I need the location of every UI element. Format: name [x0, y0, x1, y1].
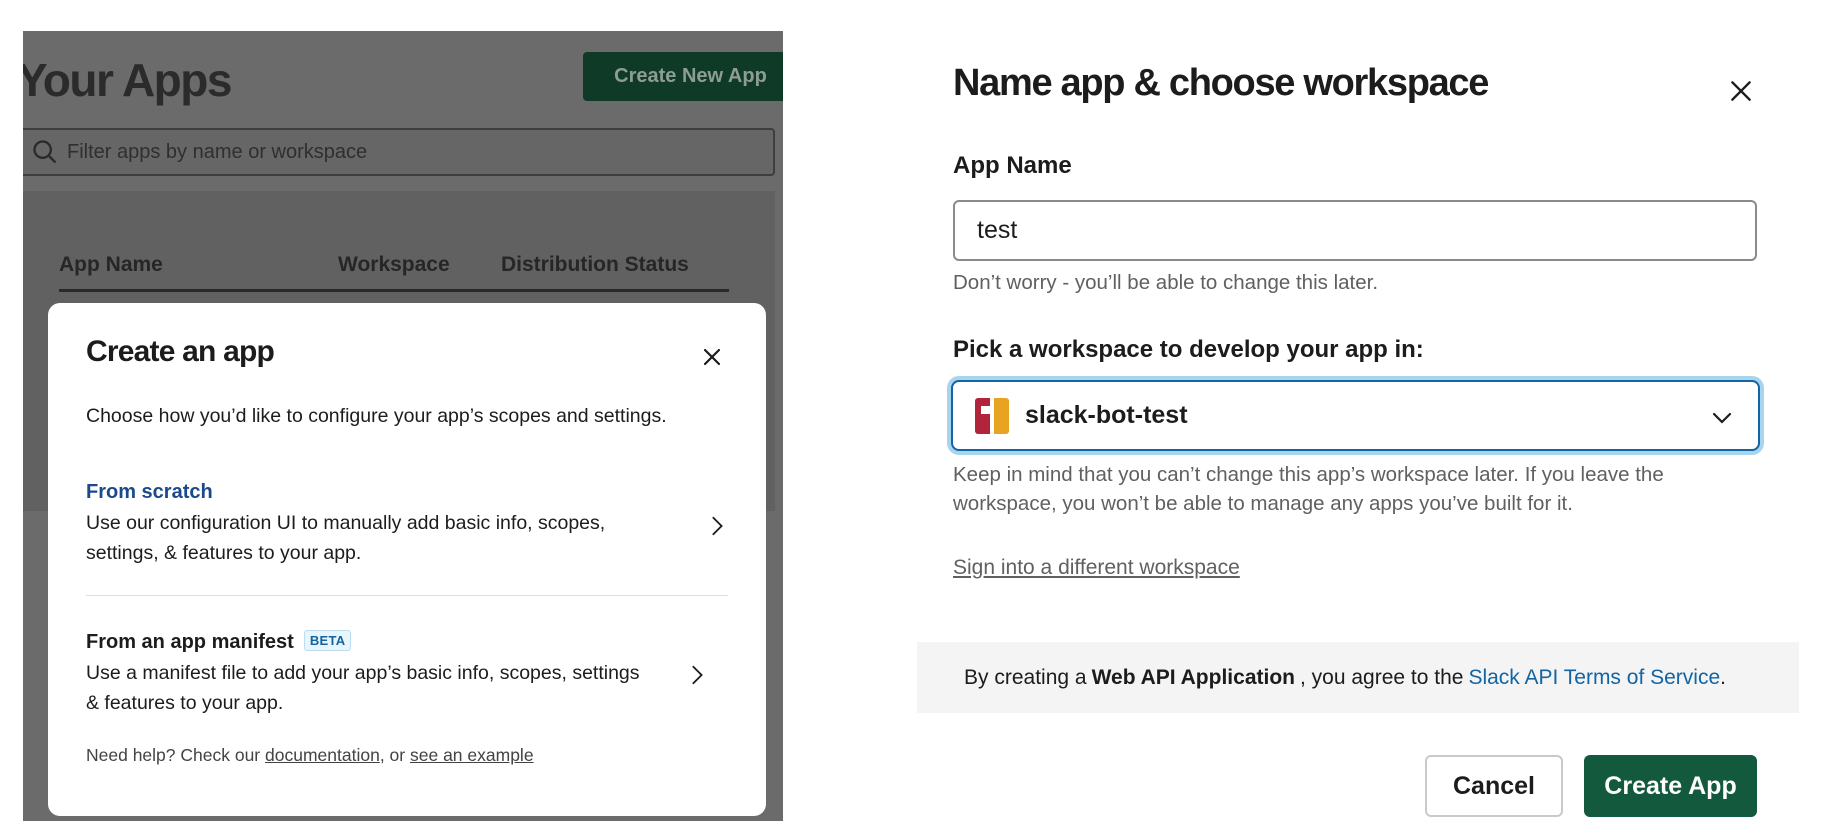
chevron-right-icon	[692, 665, 703, 685]
table-header-divider	[59, 289, 729, 292]
cancel-button[interactable]: Cancel	[1425, 755, 1563, 817]
workspace-select[interactable]: slack-bot-test	[951, 380, 1760, 451]
modal-subtitle: Choose how you’d like to configure your …	[86, 405, 667, 427]
column-header-app-name: App Name	[59, 253, 163, 276]
column-header-workspace: Workspace	[338, 253, 450, 276]
see-example-link[interactable]: see an example	[410, 745, 534, 765]
modal-title: Create an app	[86, 335, 275, 368]
help-middle: , or	[379, 745, 406, 765]
close-icon[interactable]	[1728, 78, 1754, 104]
workspace-label: Pick a workspace to develop your app in:	[953, 336, 1424, 363]
your-apps-page-dimmed: Your Apps Create New App App Name Worksp…	[23, 31, 783, 821]
terms-prefix: By creating a	[964, 665, 1087, 689]
help-text: Need help? Check our documentation, or s…	[86, 745, 534, 766]
filter-apps-input[interactable]	[67, 140, 727, 164]
create-app-button[interactable]: Create App	[1584, 755, 1757, 817]
app-name-label: App Name	[953, 152, 1072, 179]
from-scratch-option[interactable]: From scratch Use our configuration UI to…	[86, 481, 728, 568]
sign-into-different-workspace-link[interactable]: Sign into a different workspace	[953, 556, 1240, 580]
option-title: From an app manifest	[86, 631, 294, 653]
chevron-right-icon	[712, 516, 723, 536]
options-divider	[86, 595, 728, 596]
help-prefix: Need help? Check our	[86, 745, 261, 765]
terms-of-service-link[interactable]: Slack API Terms of Service	[1468, 666, 1720, 690]
create-new-app-button[interactable]: Create New App	[583, 52, 783, 101]
terms-suffix: .	[1720, 665, 1726, 689]
search-icon	[33, 140, 57, 164]
workspace-hint: Keep in mind that you can’t change this …	[953, 463, 1664, 515]
terms-middle: , you agree to the	[1299, 665, 1464, 689]
filter-apps-field[interactable]	[23, 128, 775, 176]
option-description: Use a manifest file to add your app’s ba…	[86, 662, 640, 714]
page-title: Your Apps	[23, 54, 232, 106]
app-name-input[interactable]	[953, 200, 1757, 261]
option-title-row: From an app manifest BETA	[86, 630, 728, 654]
workspace-selected-value: slack-bot-test	[1025, 401, 1188, 429]
beta-badge: BETA	[303, 630, 352, 651]
name-app-modal-title: Name app & choose workspace	[953, 62, 1489, 104]
documentation-link[interactable]: documentation	[265, 745, 380, 765]
terms-bold: Web API Application	[1091, 665, 1295, 689]
create-app-modal: Create an app Choose how you’d like to c…	[48, 303, 766, 816]
from-manifest-option[interactable]: From an app manifest BETA Use a manifest …	[86, 630, 728, 718]
column-header-distribution-status: Distribution Status	[501, 253, 689, 276]
option-title: From scratch	[86, 481, 213, 503]
option-description: Use our configuration UI to manually add…	[86, 512, 606, 564]
workspace-logo-icon	[975, 397, 1009, 434]
close-icon[interactable]	[700, 345, 724, 369]
terms-notice: By creating a Web API Application, you ag…	[917, 642, 1799, 713]
chevron-down-icon	[1712, 412, 1732, 424]
app-name-hint: Don’t worry - you’ll be able to change t…	[953, 271, 1379, 294]
